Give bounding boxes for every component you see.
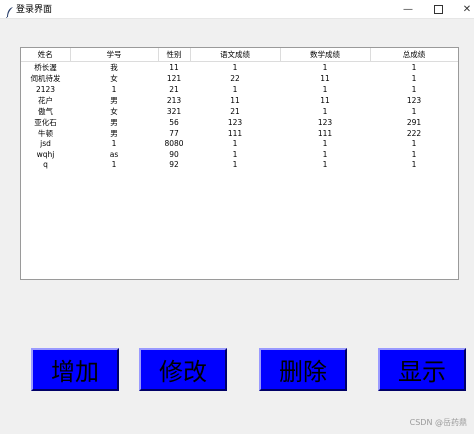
table-cell: 男 [110,95,118,105]
feather-icon [5,3,15,19]
table-row[interactable]: 亚化石 男 56 123 123 291 [21,117,458,128]
table-cell: 花户 [38,95,53,105]
column-header-total[interactable]: 总成绩 [370,48,458,62]
table-cell: 1 [322,63,328,72]
minimize-icon: — [403,3,413,15]
column-header-chinese[interactable]: 语文成绩 [190,48,281,62]
column-header-math[interactable]: 数学成绩 [280,48,371,62]
title-bar: 登录界面 — ✕ [0,0,474,19]
table-cell: 11 [169,63,179,72]
table-cell: 8080 [164,139,184,149]
table-cell: 1 [322,139,328,149]
table-cell: 111 [317,128,333,138]
table-cell: 291 [406,117,422,127]
table-cell: 21 [169,84,179,94]
table-row[interactable]: 牛顿 男 77 111 111 222 [21,128,458,139]
add-button[interactable]: 增加 [31,348,119,391]
table-cell: 21 [230,106,240,116]
student-table: 姓名 学号 性别 语文成绩 数学成绩 总成绩 桥长渥 我 11 1 1 1 伺机… [21,48,458,171]
table-cell: 11 [230,95,240,105]
maximize-button[interactable] [423,0,453,18]
table-cell: 56 [169,117,179,127]
table-cell: 1 [322,84,328,94]
column-header-gender[interactable]: 性别 [158,48,191,62]
table-cell: 1 [322,160,328,170]
table-cell: 222 [406,128,422,138]
table-cell: 213 [166,95,182,105]
minimize-button[interactable]: — [393,0,423,18]
table-cell: 1 [322,149,328,159]
table-row[interactable]: 2123 1 21 1 1 1 [21,84,458,95]
table-cell: as [109,149,119,159]
table-cell: 92 [169,160,179,170]
table-cell: 傲气 [38,106,53,116]
close-button[interactable]: ✕ [452,0,474,18]
table-cell: 111 [227,128,243,138]
watermark: CSDN @岳药鼎 [409,418,467,427]
table-cell: 1 [232,149,238,159]
table-cell: 桥长渥 [34,63,57,72]
table-cell: 男 [110,128,118,138]
column-header-name[interactable]: 姓名 [21,48,71,62]
table-cell: 亚化石 [34,117,57,127]
table-cell: 1 [411,149,417,159]
table-cell: 1 [232,139,238,149]
table-cell: 2123 [35,84,56,94]
table-row[interactable]: 伺机待发 女 121 22 11 1 [21,73,458,84]
table-cell: 123 [227,117,243,127]
show-button[interactable]: 显示 [378,348,466,391]
header-row: 姓名 学号 性别 语文成绩 数学成绩 总成绩 [21,48,458,62]
table-cell: 女 [110,74,118,83]
table-cell: 1 [411,84,417,94]
table-cell: 1 [411,139,417,149]
table-cell: 11 [320,74,330,83]
table-cell: 男 [110,117,118,127]
table-cell: 1 [322,106,328,116]
table-cell: 1 [232,84,238,94]
table-cell: 1 [411,160,417,170]
table-cell: 90 [169,149,179,159]
close-icon: ✕ [462,3,472,15]
table-cell: 1 [232,160,238,170]
table-cell: 1 [111,160,117,170]
table-cell: 1 [111,139,117,149]
delete-button[interactable]: 删除 [259,348,347,391]
table-cell: 22 [230,74,240,83]
window-title: 登录界面 [16,5,53,15]
table-cell: 11 [320,95,330,105]
table-cell: 牛顿 [38,128,53,138]
table-cell: 伺机待发 [30,74,61,83]
table-cell: 女 [110,106,118,116]
table-cell: 121 [166,74,182,83]
table-cell: 1 [411,63,417,72]
table-row[interactable]: wqhj as 90 1 1 1 [21,149,458,160]
table-row[interactable]: 桥长渥 我 11 1 1 1 [21,62,458,74]
table-cell: 1 [411,74,417,83]
table-cell: 123 [406,95,422,105]
maximize-icon [433,4,443,14]
table-cell: 123 [317,117,333,127]
table-row[interactable]: q 1 92 1 1 1 [21,160,458,171]
table-row[interactable]: 花户 男 213 11 11 123 [21,95,458,106]
table-cell: 1 [411,106,417,116]
table-cell: jsd [40,139,51,149]
table-row[interactable]: jsd 1 8080 1 1 1 [21,139,458,150]
student-treeview[interactable]: 姓名 学号 性别 语文成绩 数学成绩 总成绩 桥长渥 我 11 1 1 1 伺机… [20,47,459,280]
table-cell: 77 [169,128,179,138]
edit-button[interactable]: 修改 [139,348,227,391]
table-cell: 1 [111,84,117,94]
column-header-id[interactable]: 学号 [70,48,159,62]
table-cell: q [43,160,48,170]
table-cell: wqhj [36,149,55,159]
table-row[interactable]: 傲气 女 321 21 1 1 [21,106,458,117]
table-cell: 1 [232,63,238,72]
table-cell: 321 [166,106,182,116]
table-cell: 我 [110,63,118,72]
